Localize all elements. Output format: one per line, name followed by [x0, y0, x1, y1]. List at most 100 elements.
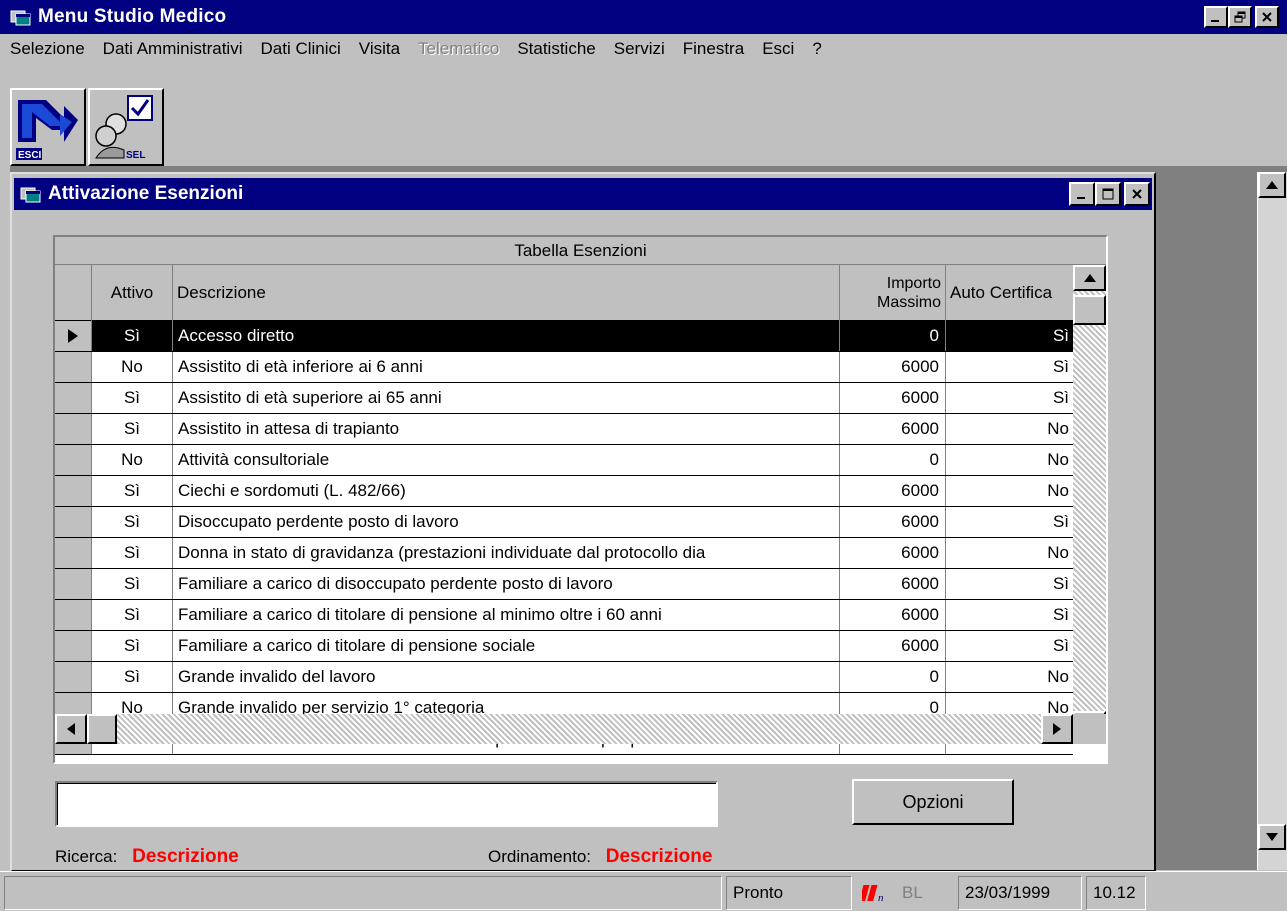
- grid-scroll-up-icon[interactable]: [1073, 265, 1106, 291]
- cell-descrizione[interactable]: Assistito di età inferiore ai 6 anni: [173, 352, 840, 382]
- cell-importo[interactable]: 6000: [840, 352, 946, 382]
- grid-hscroll-thumb[interactable]: [87, 714, 117, 744]
- esenzioni-grid[interactable]: Tabella Esenzioni Attivo Descrizione Imp…: [53, 235, 1108, 764]
- cell-attivo[interactable]: Sì: [92, 538, 173, 568]
- col-descrizione-header[interactable]: Descrizione: [173, 265, 840, 321]
- scroll-down-icon[interactable]: [1258, 824, 1286, 850]
- cell-descrizione[interactable]: Donna in stato di gravidanza (prestazion…: [173, 538, 840, 568]
- row-selector[interactable]: [55, 538, 92, 568]
- menu-dati-clinici[interactable]: Dati Clinici: [251, 39, 349, 59]
- child-app-icon[interactable]: [20, 185, 42, 203]
- table-row[interactable]: Sì Disoccupato perdente posto di lavoro 60…: [55, 507, 1073, 538]
- minimize-button[interactable]: [1204, 6, 1228, 28]
- cell-auto-certifica[interactable]: Sì: [946, 383, 1073, 413]
- cell-importo[interactable]: 6000: [840, 507, 946, 537]
- cell-auto-certifica[interactable]: Sì: [946, 321, 1073, 351]
- cell-auto-certifica[interactable]: No: [946, 662, 1073, 692]
- cell-descrizione[interactable]: Grande invalido del lavoro: [173, 662, 840, 692]
- table-row[interactable]: Sì Donna in stato di gravidanza (prestazi…: [55, 538, 1073, 569]
- menu-visita[interactable]: Visita: [350, 39, 409, 59]
- menu-esci[interactable]: Esci: [753, 39, 803, 59]
- child-minimize-button[interactable]: [1069, 182, 1095, 206]
- app-titlebar[interactable]: Menu Studio Medico: [0, 0, 1287, 34]
- cell-importo[interactable]: 0: [840, 321, 946, 351]
- cell-importo[interactable]: 0: [840, 445, 946, 475]
- menu-selezione[interactable]: Selezione: [0, 39, 94, 59]
- cell-attivo[interactable]: Sì: [92, 631, 173, 661]
- cell-auto-certifica[interactable]: No: [946, 476, 1073, 506]
- row-selector[interactable]: [55, 414, 92, 444]
- row-selector[interactable]: [55, 569, 92, 599]
- cell-auto-certifica[interactable]: Sì: [946, 600, 1073, 630]
- cell-attivo[interactable]: Sì: [92, 662, 173, 692]
- child-close-button[interactable]: [1124, 182, 1150, 206]
- cell-auto-certifica[interactable]: Sì: [946, 631, 1073, 661]
- table-row[interactable]: Sì Ciechi e sordomuti (L. 482/66) 6000 No: [55, 476, 1073, 507]
- table-row[interactable]: Sì Accesso diretto 0 Sì: [55, 321, 1073, 352]
- row-selector[interactable]: [55, 631, 92, 661]
- sel-button[interactable]: SEL: [88, 88, 164, 166]
- cell-attivo[interactable]: Sì: [92, 600, 173, 630]
- menu-finestra[interactable]: Finestra: [674, 39, 753, 59]
- row-selector[interactable]: [55, 476, 92, 506]
- cell-auto-certifica[interactable]: No: [946, 538, 1073, 568]
- col-importo-header[interactable]: Importo Massimo: [840, 265, 946, 321]
- grid-scroll-left-icon[interactable]: [55, 714, 87, 744]
- cell-descrizione[interactable]: Assistito di età superiore ai 65 anni: [173, 383, 840, 413]
- mdi-vertical-scrollbar[interactable]: [1257, 172, 1287, 870]
- row-selector[interactable]: [55, 352, 92, 382]
- row-selector[interactable]: [55, 383, 92, 413]
- cell-importo[interactable]: 6000: [840, 569, 946, 599]
- table-row[interactable]: Sì Assistito in attesa di trapianto 6000 No: [55, 414, 1073, 445]
- table-row[interactable]: Sì Assistito di età superiore ai 65 anni 6…: [55, 383, 1073, 414]
- cell-importo[interactable]: 6000: [840, 476, 946, 506]
- search-input[interactable]: [55, 781, 718, 827]
- cell-auto-certifica[interactable]: No: [946, 445, 1073, 475]
- table-row[interactable]: Sì Grande invalido del lavoro 0 No: [55, 662, 1073, 693]
- cell-descrizione[interactable]: Familiare a carico di titolare di pensio…: [173, 631, 840, 661]
- cell-attivo[interactable]: Sì: [92, 476, 173, 506]
- menu-servizi[interactable]: Servizi: [605, 39, 674, 59]
- cell-attivo[interactable]: Sì: [92, 414, 173, 444]
- cell-descrizione[interactable]: Disoccupato perdente posto di lavoro: [173, 507, 840, 537]
- cell-auto-certifica[interactable]: Sì: [946, 507, 1073, 537]
- cell-auto-certifica[interactable]: Sì: [946, 352, 1073, 382]
- cell-attivo[interactable]: No: [92, 352, 173, 382]
- row-selector[interactable]: [55, 321, 92, 351]
- cell-attivo[interactable]: No: [92, 445, 173, 475]
- app-icon[interactable]: [10, 8, 32, 26]
- grid-vscroll-thumb[interactable]: [1073, 295, 1106, 325]
- table-row[interactable]: Sì Familiare a carico di titolare di pens…: [55, 631, 1073, 662]
- opzioni-button[interactable]: Opzioni: [852, 779, 1014, 825]
- row-selector[interactable]: [55, 507, 92, 537]
- table-row[interactable]: Sì Familiare a carico di disoccupato perd…: [55, 569, 1073, 600]
- cell-descrizione[interactable]: Accesso diretto: [173, 321, 840, 351]
- cell-importo[interactable]: 6000: [840, 600, 946, 630]
- col-attivo-header[interactable]: Attivo: [92, 265, 173, 321]
- grid-scroll-right-icon[interactable]: [1041, 714, 1073, 744]
- cell-descrizione[interactable]: Ciechi e sordomuti (L. 482/66): [173, 476, 840, 506]
- restore-button[interactable]: [1228, 6, 1252, 28]
- table-row[interactable]: No Assistito di età inferiore ai 6 anni 60…: [55, 352, 1073, 383]
- cell-descrizione[interactable]: Familiare a carico di titolare di pensio…: [173, 600, 840, 630]
- cell-importo[interactable]: 6000: [840, 538, 946, 568]
- cell-importo[interactable]: 6000: [840, 631, 946, 661]
- cell-importo[interactable]: 0: [840, 662, 946, 692]
- grid-vertical-scrollbar[interactable]: [1073, 265, 1106, 739]
- cell-attivo[interactable]: Sì: [92, 321, 173, 351]
- cell-attivo[interactable]: Sì: [92, 383, 173, 413]
- table-row[interactable]: No Attività consultoriale 0 No: [55, 445, 1073, 476]
- scroll-up-icon[interactable]: [1258, 172, 1286, 198]
- menu-help[interactable]: ?: [803, 39, 830, 59]
- menu-dati-amministrativi[interactable]: Dati Amministrativi: [94, 39, 252, 59]
- cell-descrizione[interactable]: Familiare a carico di disoccupato perden…: [173, 569, 840, 599]
- row-selector[interactable]: [55, 662, 92, 692]
- cell-attivo[interactable]: Sì: [92, 507, 173, 537]
- child-maximize-button[interactable]: [1095, 182, 1121, 206]
- esci-button[interactable]: ESCI: [10, 88, 86, 166]
- cell-importo[interactable]: 6000: [840, 414, 946, 444]
- cell-descrizione[interactable]: Assistito in attesa di trapianto: [173, 414, 840, 444]
- row-selector[interactable]: [55, 445, 92, 475]
- cell-attivo[interactable]: Sì: [92, 569, 173, 599]
- child-titlebar[interactable]: Attivazione Esenzioni: [14, 178, 1152, 210]
